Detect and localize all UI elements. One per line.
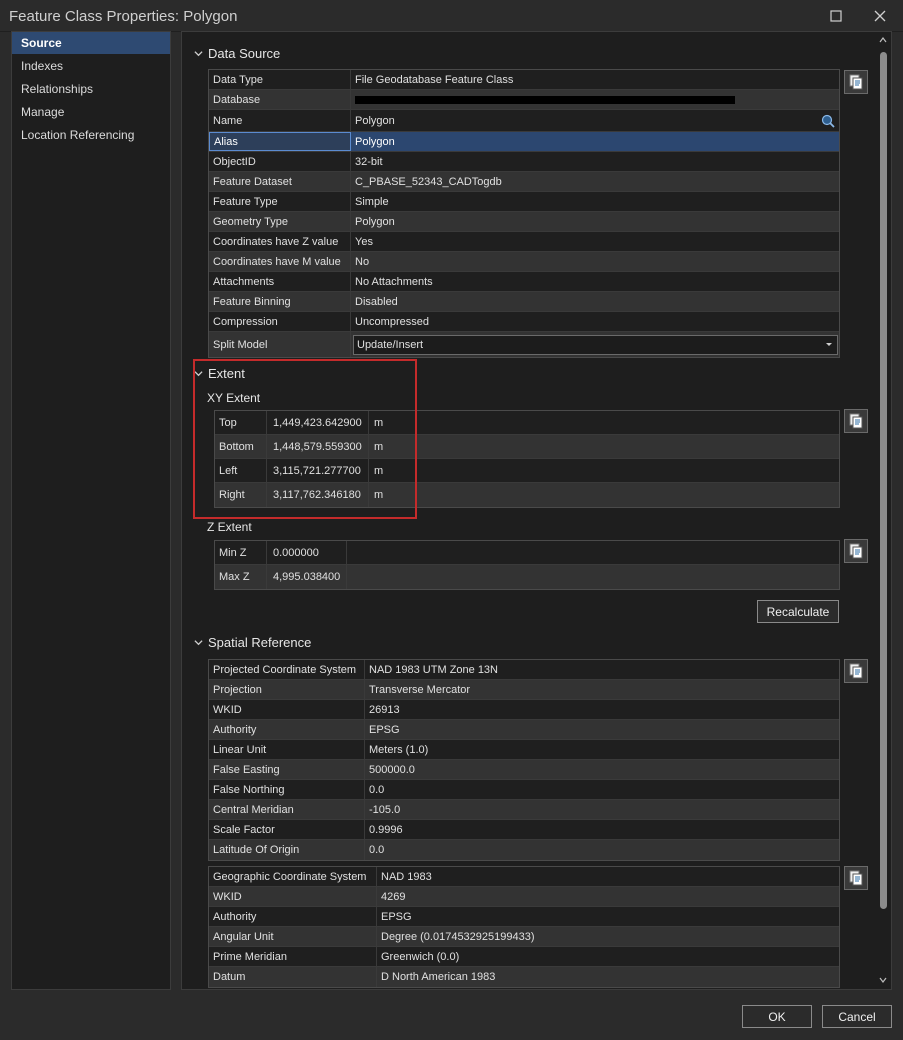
- recalculate-button[interactable]: Recalculate: [757, 600, 839, 623]
- table-row: Geometry Type Polygon: [209, 212, 839, 232]
- copy-projected-cs-button[interactable]: [844, 659, 868, 683]
- scroll-up-icon[interactable]: [877, 34, 889, 46]
- table-row: Feature Type Simple: [209, 192, 839, 212]
- scroll-thumb[interactable]: [880, 52, 887, 909]
- close-button[interactable]: [858, 0, 902, 32]
- copy-icon: [849, 413, 863, 429]
- sidebar-item-manage[interactable]: Manage: [12, 101, 170, 123]
- table-row: False Easting 500000.0: [209, 760, 839, 780]
- chevron-down-icon: [194, 51, 203, 57]
- geographic-cs-grid: Geographic Coordinate System NAD 1983 WKI…: [208, 866, 840, 988]
- table-row: ObjectID 32-bit: [209, 152, 839, 172]
- table-row: Compression Uncompressed: [209, 312, 839, 332]
- table-row-selected[interactable]: Alias Polygon: [209, 132, 839, 152]
- table-row: Authority EPSG: [209, 720, 839, 740]
- cancel-button[interactable]: Cancel: [822, 1005, 892, 1028]
- data-source-header[interactable]: Data Source: [194, 46, 280, 61]
- table-row: WKID 4269: [209, 887, 839, 907]
- highlight-annotation: [193, 359, 417, 519]
- z-extent-grid: Min Z 0.000000 Max Z 4,995.038400: [214, 540, 840, 590]
- table-row: Coordinates have Z value Yes: [209, 232, 839, 252]
- table-row: Data Type File Geodatabase Feature Class: [209, 70, 839, 90]
- spatial-reference-title: Spatial Reference: [208, 635, 312, 650]
- table-row: Split Model Update/Insert: [209, 332, 839, 357]
- sidebar-item-indexes[interactable]: Indexes: [12, 55, 170, 77]
- table-row: Feature Binning Disabled: [209, 292, 839, 312]
- copy-xy-extent-button[interactable]: [844, 409, 868, 433]
- table-row: WKID 26913: [209, 700, 839, 720]
- table-row: Max Z 4,995.038400: [215, 565, 839, 589]
- table-row: Database: [209, 90, 839, 110]
- table-row: Authority EPSG: [209, 907, 839, 927]
- table-row: Angular Unit Degree (0.0174532925199433): [209, 927, 839, 947]
- maximize-button[interactable]: [814, 0, 858, 32]
- table-row: False Northing 0.0: [209, 780, 839, 800]
- table-row: Datum D North American 1983: [209, 967, 839, 987]
- copy-icon: [849, 663, 863, 679]
- sidebar: Source Indexes Relationships Manage Loca…: [11, 31, 171, 990]
- copy-z-extent-button[interactable]: [844, 539, 868, 563]
- table-row: Geographic Coordinate System NAD 1983: [209, 867, 839, 887]
- sidebar-item-relationships[interactable]: Relationships: [12, 78, 170, 100]
- maximize-icon: [830, 10, 842, 22]
- data-source-grid: Data Type File Geodatabase Feature Class…: [208, 69, 840, 358]
- projected-cs-grid: Projected Coordinate System NAD 1983 UTM …: [208, 659, 840, 861]
- sidebar-item-source[interactable]: Source: [12, 32, 170, 54]
- table-row: Coordinates have M value No: [209, 252, 839, 272]
- table-row: Linear Unit Meters (1.0): [209, 740, 839, 760]
- z-extent-header: Z Extent: [207, 520, 252, 534]
- copy-icon: [849, 870, 863, 886]
- table-row: Projected Coordinate System NAD 1983 UTM …: [209, 660, 839, 680]
- sidebar-item-location-referencing[interactable]: Location Referencing: [12, 124, 170, 146]
- redacted-database-path: [355, 95, 735, 104]
- ok-button[interactable]: OK: [742, 1005, 812, 1028]
- copy-icon: [849, 543, 863, 559]
- vertical-scrollbar[interactable]: [877, 32, 889, 989]
- table-row: Prime Meridian Greenwich (0.0): [209, 947, 839, 967]
- split-model-dropdown[interactable]: Update/Insert: [353, 334, 838, 355]
- table-row: Name Polygon: [209, 110, 839, 132]
- window-title: Feature Class Properties: Polygon: [9, 8, 238, 25]
- copy-geographic-cs-button[interactable]: [844, 866, 868, 890]
- chevron-down-icon: [194, 640, 203, 646]
- table-row: Latitude Of Origin 0.0: [209, 840, 839, 860]
- scroll-down-icon[interactable]: [877, 974, 889, 986]
- table-row: Attachments No Attachments: [209, 272, 839, 292]
- table-row: Scale Factor 0.9996: [209, 820, 839, 840]
- copy-icon: [849, 74, 863, 90]
- table-row: Central Meridian -105.0: [209, 800, 839, 820]
- spatial-reference-header[interactable]: Spatial Reference: [194, 635, 311, 650]
- data-source-title: Data Source: [208, 46, 281, 61]
- database-value: [351, 90, 839, 109]
- table-row: Min Z 0.000000: [215, 541, 839, 565]
- title-bar: Feature Class Properties: Polygon: [0, 0, 903, 32]
- table-row: Feature Dataset C_PBASE_52343_CADTogdb: [209, 172, 839, 192]
- search-icon[interactable]: [820, 113, 836, 129]
- content-panel: Data Source Data Type File Geodatabase F…: [181, 31, 892, 990]
- dropdown-arrow-icon: [826, 342, 832, 346]
- table-row: Projection Transverse Mercator: [209, 680, 839, 700]
- copy-data-source-button[interactable]: [844, 70, 868, 94]
- close-icon: [874, 10, 886, 22]
